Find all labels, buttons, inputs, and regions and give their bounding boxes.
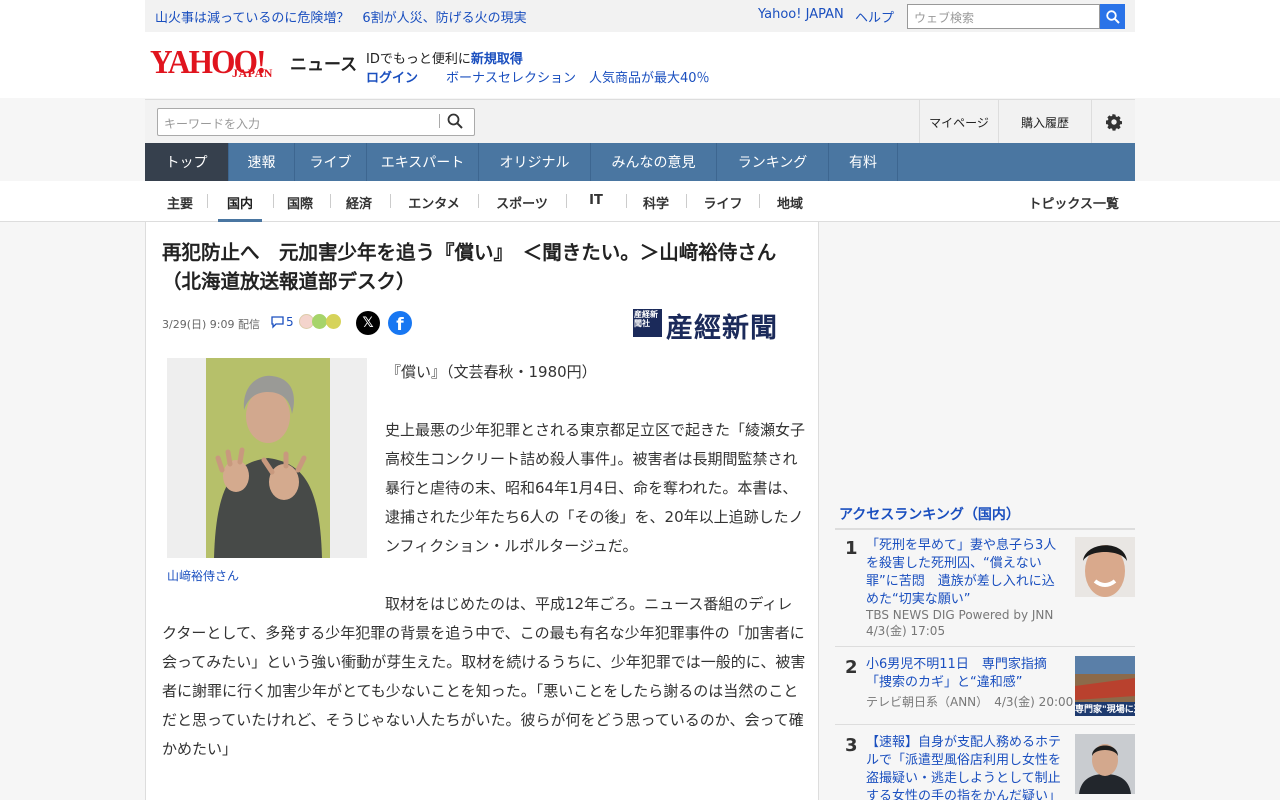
search-icon	[447, 113, 463, 129]
search-divider	[439, 114, 440, 128]
publisher-logo[interactable]: 産経新聞社 産經新聞	[633, 308, 803, 344]
portrait-image	[206, 358, 330, 558]
ranking-number: 2	[845, 657, 858, 678]
keyword-search-input[interactable]: キーワードを入力	[157, 108, 475, 136]
ranking-thumbnail[interactable]	[1075, 734, 1135, 794]
article-date: 3/29(日) 9:09 配信	[162, 318, 260, 331]
article-body: 再犯防止へ 元加害少年を追う『償い』 ＜聞きたい。＞山﨑裕侍さん（北海道放送報道…	[145, 222, 819, 800]
article-paragraph-1: 『償い』（文芸春秋・1980円）	[386, 363, 597, 381]
tab-top[interactable]: トップ	[145, 143, 229, 181]
purchase-history-link[interactable]: 購入履歴	[998, 100, 1091, 144]
yahoo-logo[interactable]: YAHOO! JAPAN	[150, 44, 287, 82]
subnav-divider	[330, 194, 331, 208]
search-icon	[1105, 9, 1120, 24]
subnav-international[interactable]: 国際	[283, 193, 317, 222]
subnav-divider	[207, 194, 208, 208]
subnav-life[interactable]: ライフ	[701, 193, 745, 222]
thumbnail-caption: 専門家"現場に違	[1075, 705, 1135, 715]
ranking-time: 4/3(金) 20:00	[994, 695, 1074, 709]
tab-breaking[interactable]: 速報	[229, 143, 295, 181]
article-paragraph-3: 取材をはじめたのは、平成12年ごろ。ニュース番組のディレクターとして、多発する少…	[162, 595, 806, 758]
search-row: キーワードを入力 マイページ 購入履歴	[145, 99, 1135, 144]
ranking-thumbnail[interactable]: 専門家"現場に違	[1075, 656, 1135, 716]
subnav-divider	[478, 194, 479, 208]
keyword-search-button[interactable]	[447, 113, 463, 133]
tab-ranking[interactable]: ランキング	[717, 143, 829, 181]
gear-icon	[1105, 113, 1122, 131]
subnav-region[interactable]: 地域	[773, 193, 807, 222]
tab-opinion[interactable]: みんなの意見	[591, 143, 717, 181]
subnav-domestic[interactable]: 国内	[218, 193, 262, 222]
article-paragraph-2: 史上最悪の少年犯罪とされる東京都足立区で起きた「綾瀬女子高校生コンクリート詰め殺…	[385, 421, 806, 555]
tab-original[interactable]: オリジナル	[479, 143, 591, 181]
facebook-icon: f	[396, 315, 404, 335]
ranking-title[interactable]: 「死刑を早めて」妻や息子ら3人を殺害した死刑囚、“償えない罪”に苦悶 遺族が差し…	[866, 537, 1066, 609]
tab-paid[interactable]: 有料	[829, 143, 898, 181]
main-nav: トップ 速報 ライブ エキスパート オリジナル みんなの意見 ランキング 有料	[145, 143, 1135, 181]
sub-nav: 主要 国内 国際 経済 エンタメ スポーツ IT 科学 ライフ 地域 トピックス…	[0, 181, 1280, 222]
ranking-time: 4/3(金) 17:05	[866, 624, 946, 638]
ranking-item[interactable]: 3 【速報】自身が支配人務めるホテルで「派遣型風俗店利用し女性を盗撮疑い・逃走し…	[835, 725, 1135, 800]
settings-button[interactable]	[1091, 100, 1135, 144]
subnav-it[interactable]: IT	[583, 193, 609, 222]
x-icon: 𝕏	[362, 315, 374, 331]
tab-expert[interactable]: エキスパート	[367, 143, 479, 181]
ranking-source-name: テレビ朝日系（ANN）	[866, 695, 983, 709]
ranking-title[interactable]: 小6男児不明11日 専門家指摘「捜索のカギ」と“違和感”	[866, 656, 1066, 692]
thumbnail-face	[1075, 537, 1135, 597]
news-section-label[interactable]: ニュース	[290, 50, 357, 75]
ranking-source: テレビ朝日系（ANN） 4/3(金) 20:00	[866, 694, 1086, 710]
article-photo[interactable]	[167, 358, 367, 558]
subnav-divider	[626, 194, 627, 208]
subnav-sports[interactable]: スポーツ	[492, 193, 552, 222]
subnav-entertainment[interactable]: エンタメ	[404, 193, 464, 222]
id-promo-text: IDでもっと便利に	[366, 52, 471, 67]
subnav-divider	[390, 194, 391, 208]
top-headline-link[interactable]: 山火事は減っているのに危険増？ 6割が人災、防げる火の現実	[155, 7, 527, 26]
ranking-item[interactable]: 1 「死刑を早めて」妻や息子ら3人を殺害した死刑囚、“償えない罪”に苦悶 遺族が…	[835, 537, 1135, 647]
reaction-understand-icon	[312, 314, 327, 329]
subnav-divider	[686, 194, 687, 208]
logo-japan: JAPAN	[232, 66, 273, 80]
ranking-number: 3	[845, 735, 858, 756]
thumbnail-person	[1075, 734, 1135, 794]
ranking-title[interactable]: 【速報】自身が支配人務めるホテルで「派遣型風俗店利用し女性を盗撮疑い・逃走しよう…	[866, 734, 1066, 800]
subnav-divider	[273, 194, 274, 208]
publisher-name: 産經新聞	[666, 313, 778, 344]
x-share-button[interactable]: 𝕏	[356, 311, 380, 335]
top-bar: 山火事は減っているのに危険増？ 6割が人災、防げる火の現実 Yahoo! JAP…	[0, 0, 1280, 32]
reaction-think-icon	[326, 314, 341, 329]
article-title: 再犯防止へ 元加害少年を追う『償い』 ＜聞きたい。＞山﨑裕侍さん（北海道放送報道…	[162, 241, 777, 293]
facebook-share-button[interactable]: f	[388, 311, 412, 335]
ranking-number: 1	[845, 538, 858, 559]
ranking-source: TBS NEWS DIG Powered by JNN	[866, 608, 1054, 622]
comment-icon[interactable]	[270, 314, 285, 329]
login-link[interactable]: ログイン	[366, 67, 418, 86]
ranking-thumbnail[interactable]	[1075, 537, 1135, 597]
web-search-input[interactable]: ウェブ検索	[907, 4, 1100, 29]
tab-live[interactable]: ライブ	[295, 143, 367, 181]
bonus-promo-link[interactable]: ボーナスセレクション 人気商品が最大40％	[446, 67, 710, 86]
ranking-heading[interactable]: アクセスランキング（国内）	[835, 504, 1135, 530]
sankei-mark: 産経新聞社	[633, 309, 662, 337]
subnav-divider	[566, 194, 567, 208]
comment-count[interactable]: 5	[286, 315, 294, 329]
ranking-item[interactable]: 2 小6男児不明11日 専門家指摘「捜索のカギ」と“違和感” テレビ朝日系（AN…	[835, 647, 1135, 725]
photo-caption[interactable]: 山﨑裕侍さん	[167, 567, 239, 584]
topics-list-link[interactable]: トピックス一覧	[1028, 193, 1119, 212]
web-search-button[interactable]	[1100, 4, 1125, 29]
subnav-divider	[759, 194, 760, 208]
register-link[interactable]: 新規取得	[471, 52, 523, 67]
mypage-link[interactable]: マイページ	[919, 100, 998, 144]
subnav-science[interactable]: 科学	[640, 193, 672, 222]
id-promo: IDでもっと便利に新規取得	[366, 48, 523, 67]
subnav-economy[interactable]: 経済	[342, 193, 376, 222]
yahoo-japan-link[interactable]: Yahoo! JAPAN	[758, 7, 844, 22]
help-link[interactable]: ヘルプ	[855, 7, 894, 26]
subnav-main[interactable]: 主要	[163, 193, 197, 222]
person-silhouette	[206, 358, 330, 558]
